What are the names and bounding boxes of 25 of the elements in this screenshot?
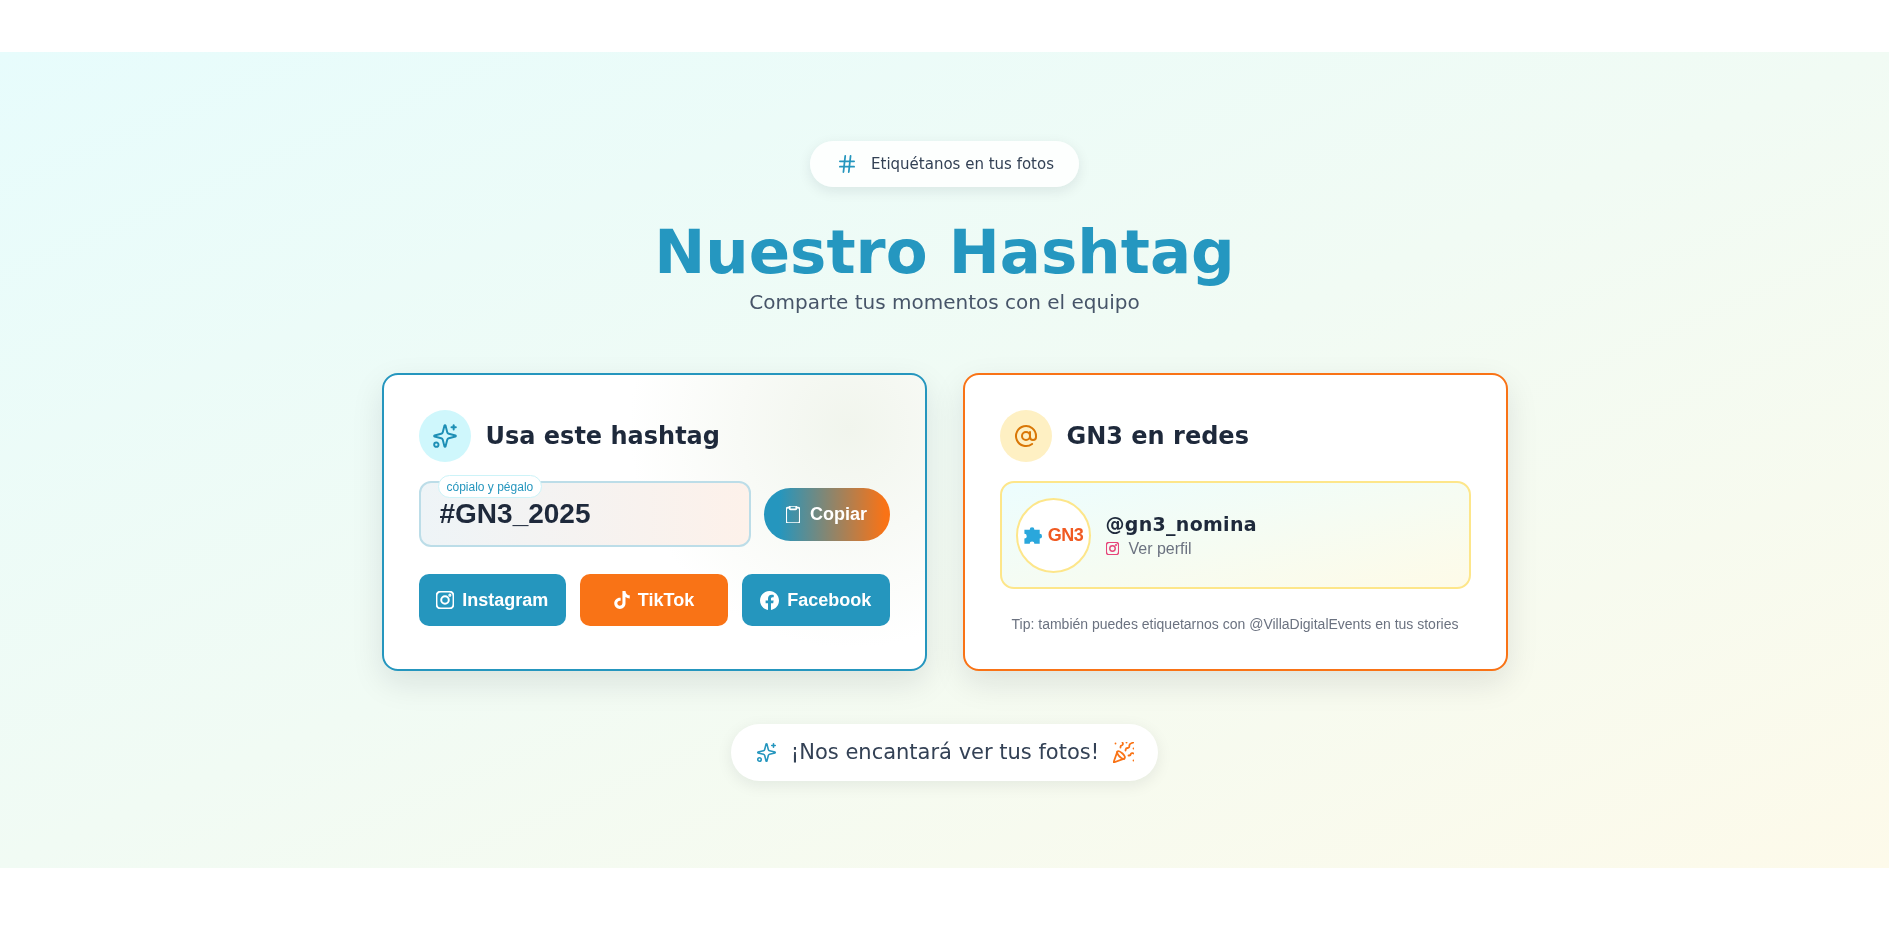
sparkles-icon (755, 742, 777, 763)
profile-handle: @gn3_nomina (1105, 511, 1257, 537)
badge-text: Etiquétanos en tus fotos (871, 153, 1054, 175)
message-text: ¡Nos encantará ver tus fotos! (790, 738, 1100, 766)
tip-text: Tip: también puedes etiquetarnos con @VillaDigitalEvents en tus stories (1010, 615, 1460, 634)
party-popper-icon (1113, 742, 1135, 763)
profile-card[interactable]: GN3 @gn3_nomina Ver perfil (999, 481, 1471, 589)
social-button[interactable]: Instagram (418, 574, 567, 626)
page-subtitle: Comparte tus momentos con el equipo (749, 289, 1140, 316)
social-button[interactable]: TikTok (580, 574, 728, 626)
clipboard-icon (786, 505, 800, 523)
profile-link[interactable]: Ver perfil (1128, 538, 1192, 559)
copy-button[interactable]: Copiar (763, 487, 890, 541)
card-title: Usa este hashtag (485, 421, 720, 452)
hash-icon (839, 155, 856, 173)
at-sign-icon (999, 410, 1052, 462)
tiktok-icon (613, 591, 630, 609)
field-label: cópialo y pégalo (437, 475, 543, 498)
card-title: GN3 en redes (1066, 421, 1249, 452)
instagram-icon (436, 591, 455, 609)
facebook-icon (760, 590, 780, 610)
social-button[interactable]: Facebook (741, 574, 890, 626)
instagram-icon (1105, 542, 1119, 555)
logo-text: GN3 (1047, 526, 1084, 544)
sparkles-icon (418, 410, 471, 462)
